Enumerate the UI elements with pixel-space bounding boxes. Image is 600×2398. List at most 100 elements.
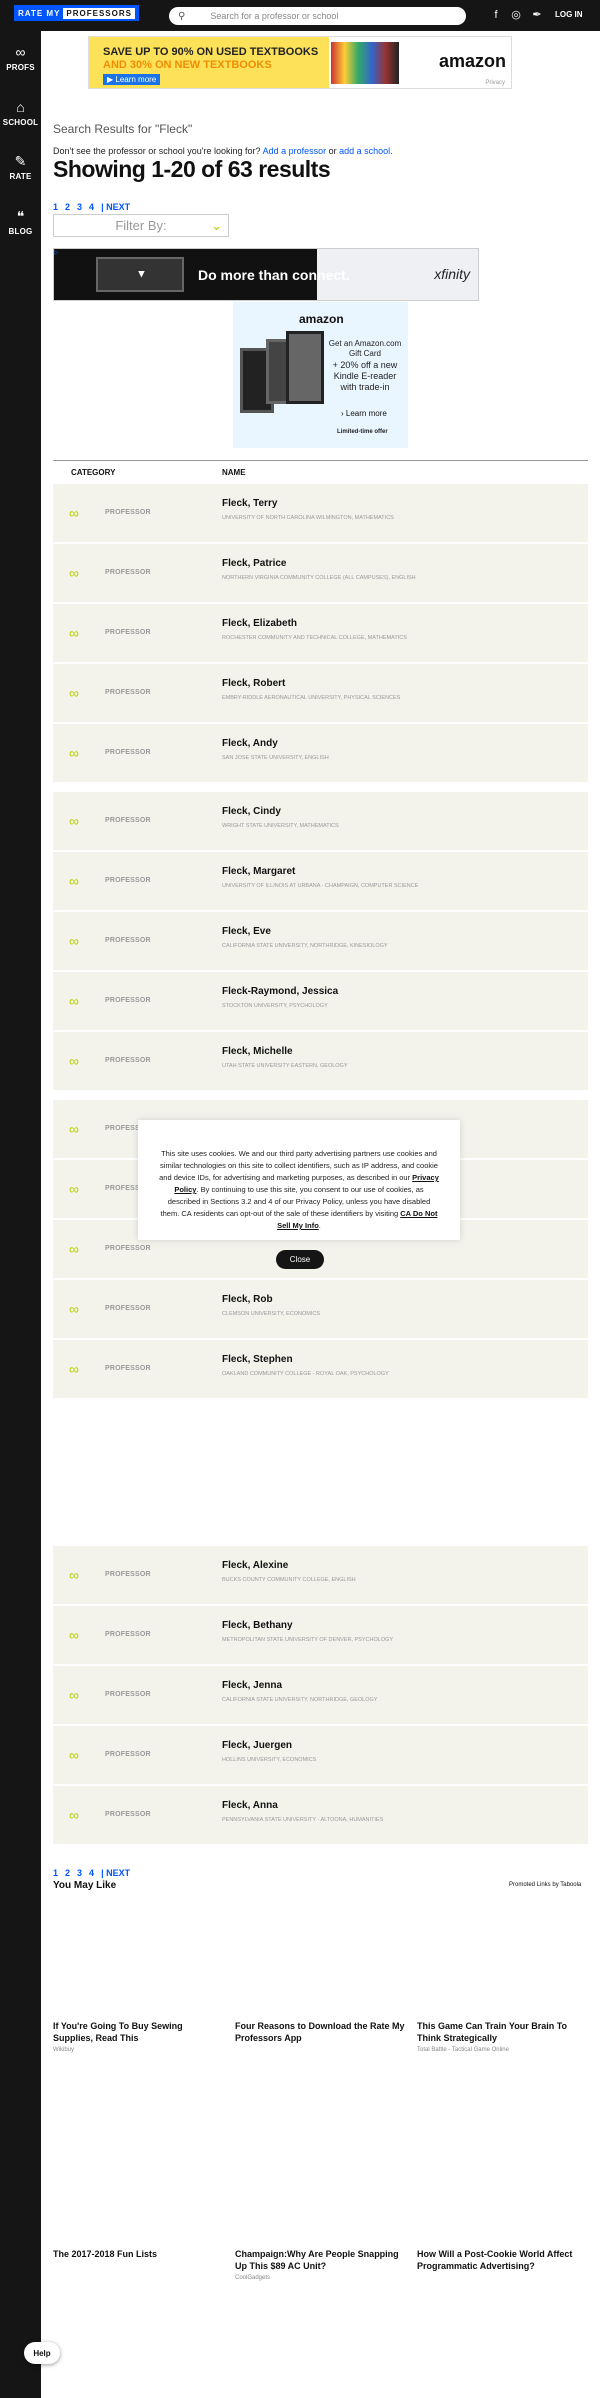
professor-row[interactable]: ∞ PROFESSOR Fleck, Bethany METROPOLITAN STA… — [53, 1606, 588, 1664]
professor-name[interactable]: Fleck, Cindy — [222, 806, 281, 817]
professor-row[interactable]: ∞ PROFESSOR Fleck, Elizabeth ROCHESTER COMM… — [53, 604, 588, 662]
recommended-card[interactable]: Champaign:Why Are People Snapping Up Thi… — [235, 2128, 405, 2281]
professor-row[interactable]: ∞ PROFESSOR Fleck, Michelle UTAH STATE UNIV… — [53, 1032, 588, 1090]
glasses-icon: ∞ — [69, 1053, 79, 1069]
professor-school: STOCKTON UNIVERSITY, PSYCHOLOGY — [222, 1003, 328, 1009]
xfinity-ad-banner[interactable]: ▷ Do more than connect. xfinity — [53, 248, 479, 301]
search-input[interactable] — [210, 11, 451, 21]
professor-name[interactable]: Fleck, Robert — [222, 678, 285, 689]
login-link[interactable]: LOG IN — [555, 10, 583, 19]
filter-dropdown[interactable]: Filter By: ⌄ — [53, 214, 229, 237]
professor-row[interactable]: ∞ PROFESSOR Fleck, Anna PENNSYLVANIA STATE … — [53, 1786, 588, 1844]
recommended-card[interactable]: The 2017-2018 Fun Lists — [53, 2128, 223, 2263]
results-table-header: CATEGORY NAME — [53, 466, 588, 486]
next-page-link[interactable]: | NEXT — [101, 1868, 130, 1878]
cookie-close-button[interactable]: Close — [276, 1250, 324, 1269]
card-image — [417, 1900, 587, 2020]
glasses-icon: ∞ — [69, 745, 79, 761]
recommended-card[interactable]: Four Reasons to Download the Rate My Pro… — [235, 1900, 405, 2047]
card-title: How Will a Post-Cookie World Affect Prog… — [417, 2249, 573, 2271]
recommended-card[interactable]: How Will a Post-Cookie World Affect Prog… — [417, 2128, 587, 2275]
professor-row[interactable]: ∞ PROFESSOR Fleck, Alexine BUCKS COUNTY COM… — [53, 1546, 588, 1604]
taboola-promoted-label[interactable]: Promoted Links by Taboola — [509, 1882, 581, 1888]
page-link-4[interactable]: 4 — [89, 202, 94, 212]
ad-privacy-link[interactable]: Privacy — [485, 80, 505, 86]
recommended-card[interactable]: If You're Going To Buy Sewing Supplies, … — [53, 1900, 223, 2053]
sidebar-item-rate[interactable]: ✎ RATE — [0, 153, 41, 181]
pagination-bottom: 1 2 3 4 | NEXT — [53, 1868, 137, 1878]
page-link-2[interactable]: 2 — [65, 202, 70, 212]
professor-row[interactable]: ∞ PROFESSOR Fleck, Jenna CALIFORNIA STATE U… — [53, 1666, 588, 1724]
instagram-icon[interactable]: ◎ — [509, 8, 523, 22]
professor-row[interactable]: ∞ PROFESSOR Fleck-Raymond, Jessica STOCKTON… — [53, 972, 588, 1030]
professor-name[interactable]: Fleck, Alexine — [222, 1560, 288, 1571]
professor-row[interactable]: ∞ PROFESSOR Fleck, Robert EMBRY-RIDDLE AERO… — [53, 664, 588, 722]
professor-name[interactable]: Fleck, Stephen — [222, 1354, 293, 1365]
page-link-1[interactable]: 1 — [53, 202, 58, 212]
chevron-down-icon: ⌄ — [211, 218, 222, 233]
adchoices-icon[interactable]: ▷ — [54, 249, 59, 256]
row-category: PROFESSOR — [105, 1691, 151, 1698]
professor-row[interactable]: ∞ PROFESSOR Fleck, Eve CALIFORNIA STATE UNI… — [53, 912, 588, 970]
facebook-icon[interactable]: f — [489, 8, 503, 22]
professor-name[interactable]: Fleck, Jenna — [222, 1680, 282, 1691]
sidebar-item-blog[interactable]: ❝ BLOG — [0, 208, 41, 236]
help-button[interactable]: Help — [24, 2342, 60, 2364]
kindle-ad[interactable]: amazon Get an Amazon.com Gift Card + 20%… — [233, 302, 408, 448]
professor-row[interactable]: ∞ PROFESSOR Fleck, Cindy WRIGHT STATE UNIVE… — [53, 792, 588, 850]
page-link-3[interactable]: 3 — [77, 1868, 82, 1878]
amazon-logo: amazon — [299, 312, 344, 326]
professor-row[interactable]: ∞ PROFESSOR Fleck, Patrice NORTHERN VIRGINI… — [53, 544, 588, 602]
next-page-link[interactable]: | NEXT — [101, 202, 130, 212]
professor-name[interactable]: Fleck, Patrice — [222, 558, 286, 569]
logo-text-rate-my: RATE MY — [18, 8, 61, 18]
professor-school: CALIFORNIA STATE UNIVERSITY, NORTHRIDGE,… — [222, 943, 388, 949]
add-professor-link[interactable]: Add a professor — [263, 146, 327, 156]
sidebar-item-profs[interactable]: ∞ PROFS — [0, 44, 41, 72]
card-image — [53, 2128, 223, 2248]
professor-row[interactable]: ∞ PROFESSOR Fleck, Andy SAN JOSE STATE UNIV… — [53, 724, 588, 782]
page-link-2[interactable]: 2 — [65, 1868, 70, 1878]
row-category: PROFESSOR — [105, 509, 151, 516]
add-school-link[interactable]: add a school. — [339, 146, 393, 156]
page-link-4[interactable]: 4 — [89, 1868, 94, 1878]
professor-row[interactable]: ∞ PROFESSOR Fleck, Margaret UNIVERSITY OF I… — [53, 852, 588, 910]
professor-row[interactable]: ∞ PROFESSOR Fleck, Rob CLEMSON UNIVERSITY, … — [53, 1280, 588, 1338]
page-link-3[interactable]: 3 — [77, 202, 82, 212]
page-link-1[interactable]: 1 — [53, 1868, 58, 1878]
professor-school: UNIVERSITY OF NORTH CAROLINA WILMINGTON,… — [222, 515, 394, 521]
kindle-learn-more-link[interactable]: › Learn more — [341, 409, 387, 418]
card-image — [235, 1900, 405, 2020]
row-category: PROFESSOR — [105, 1571, 151, 1578]
professor-name[interactable]: Fleck, Terry — [222, 498, 277, 509]
sidebar-item-label: RATE — [9, 172, 32, 181]
professor-name[interactable]: Fleck, Juergen — [222, 1740, 292, 1751]
recommended-card[interactable]: This Game Can Train Your Brain To Think … — [417, 1900, 587, 2053]
row-category: PROFESSOR — [105, 1631, 151, 1638]
professor-name[interactable]: Fleck, Elizabeth — [222, 618, 297, 629]
professor-name[interactable]: Fleck, Andy — [222, 738, 278, 749]
row-category: PROFESSOR — [105, 1811, 151, 1818]
rmp-logo[interactable]: RATE MY PROFESSORS — [14, 5, 139, 21]
glasses-icon: ∞ — [69, 1747, 79, 1763]
professor-row[interactable]: ∞ PROFESSOR Fleck, Terry UNIVERSITY OF NORT… — [53, 484, 588, 542]
ad-learn-more-button[interactable]: ▶ Learn more — [103, 74, 161, 85]
name-column-header: NAME — [222, 468, 246, 477]
professor-name[interactable]: Fleck, Michelle — [222, 1046, 293, 1057]
sidebar-item-label: BLOG — [8, 227, 33, 236]
search-bar[interactable]: ⚲ — [169, 7, 466, 25]
textbook-ad-banner[interactable]: SAVE UP TO 90% ON USED TEXTBOOKS AND 30%… — [88, 36, 512, 89]
missing-result-prompt: Don't see the professor or school you're… — [53, 146, 393, 156]
twitter-icon[interactable]: ✒ — [530, 8, 544, 22]
cookie-text-part-2: . By continuing to use this site, you co… — [160, 1185, 431, 1218]
professor-row[interactable]: ∞ PROFESSOR Fleck, Juergen HOLLINS UNIVERSI… — [53, 1726, 588, 1784]
professor-name[interactable]: Fleck, Eve — [222, 926, 271, 937]
professor-row[interactable]: ∞ PROFESSOR Fleck, Stephen OAKLAND COMMUNIT… — [53, 1340, 588, 1398]
professor-name[interactable]: Fleck-Raymond, Jessica — [222, 986, 338, 997]
professor-school: ROCHESTER COMMUNITY AND TECHNICAL COLLEG… — [222, 635, 407, 641]
professor-name[interactable]: Fleck, Bethany — [222, 1620, 293, 1631]
sidebar-item-school[interactable]: ⌂ SCHOOL — [0, 99, 41, 127]
professor-name[interactable]: Fleck, Rob — [222, 1294, 273, 1305]
professor-name[interactable]: Fleck, Margaret — [222, 866, 295, 877]
professor-name[interactable]: Fleck, Anna — [222, 1800, 278, 1811]
